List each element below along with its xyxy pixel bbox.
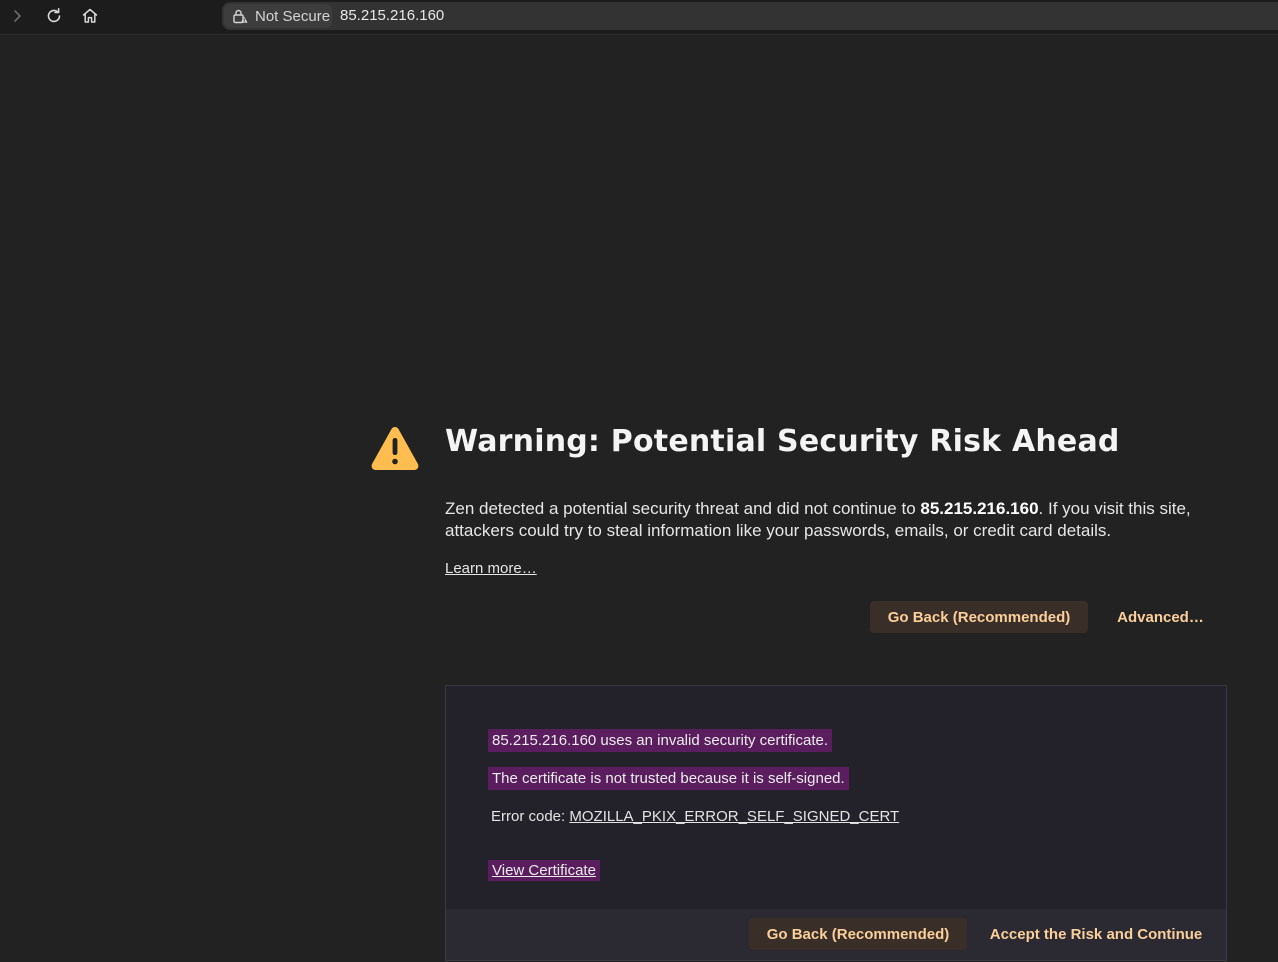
browser-toolbar: Not Secure 85.215.216.160	[0, 0, 1278, 35]
desc-text-start: Zen detected a potential security threat…	[445, 499, 921, 518]
learn-more-link[interactable]: Learn more…	[445, 560, 537, 577]
error-code-line: Error code: MOZILLA_PKIX_ERROR_SELF_SIGN…	[491, 808, 899, 825]
error-code-link[interactable]: MOZILLA_PKIX_ERROR_SELF_SIGNED_CERT	[569, 808, 899, 825]
home-button[interactable]	[77, 4, 103, 28]
page-title: Warning: Potential Security Risk Ahead	[445, 424, 1120, 459]
invalid-cert-text: 85.215.216.160 uses an invalid security …	[488, 729, 833, 752]
accept-risk-button[interactable]: Accept the Risk and Continue	[986, 918, 1206, 950]
desc-host: 85.215.216.160	[920, 499, 1039, 518]
advanced-panel-footer: Go Back (Recommended) Accept the Risk an…	[446, 909, 1226, 960]
not-secure-label: Not Secure	[255, 7, 331, 25]
self-signed-text: The certificate is not trusted because i…	[488, 767, 849, 790]
reload-button[interactable]	[41, 4, 67, 28]
reload-icon	[47, 8, 61, 23]
view-certificate-link[interactable]: View Certificate	[488, 860, 600, 881]
warning-icon	[371, 427, 419, 470]
go-back-button[interactable]: Go Back (Recommended)	[870, 601, 1088, 633]
error-code-prefix: Error code:	[491, 808, 570, 825]
home-icon	[82, 8, 98, 23]
url-bar[interactable]: Not Secure 85.215.216.160	[222, 2, 1278, 30]
warning-description: Zen detected a potential security threat…	[445, 498, 1225, 542]
advanced-button[interactable]: Advanced…	[1108, 601, 1213, 633]
go-back-button-secondary[interactable]: Go Back (Recommended)	[749, 918, 967, 950]
not-secure-indicator[interactable]: Not Secure	[224, 4, 332, 28]
chevron-right-icon	[14, 10, 21, 22]
lock-warning-icon	[233, 9, 248, 24]
advanced-panel: 85.215.216.160 uses an invalid security …	[445, 685, 1227, 961]
forward-button[interactable]	[4, 4, 30, 28]
url-text[interactable]: 85.215.216.160	[340, 7, 444, 24]
